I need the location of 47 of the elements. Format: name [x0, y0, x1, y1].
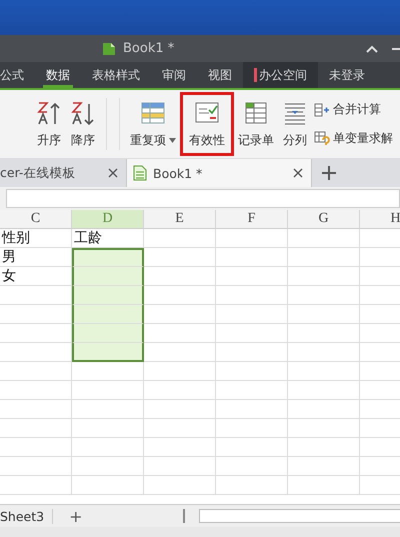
table-icon [140, 100, 166, 126]
table-cell[interactable] [72, 343, 144, 362]
close-icon[interactable] [108, 168, 118, 178]
collapse-icon[interactable] [366, 44, 378, 52]
question-table-icon [314, 130, 330, 146]
ribbon-button[interactable]: 重复项 [126, 92, 180, 156]
ribbon-button[interactable]: 分列 [278, 92, 312, 156]
add-tab-icon[interactable] [322, 166, 336, 180]
caret-icon [169, 138, 176, 143]
menu-tab[interactable]: 未登录 [318, 62, 376, 88]
ribbon-button[interactable]: 合并计算 [314, 101, 393, 118]
sort-ascending-icon [36, 100, 62, 126]
menu-tab[interactable]: 视图 [197, 62, 243, 88]
ribbon-button[interactable]: 升序 [32, 92, 66, 156]
table-cell[interactable] [72, 267, 144, 286]
table-cell[interactable] [72, 305, 144, 324]
ribbon-button[interactable]: 记录单 [234, 92, 278, 156]
checklist-icon [194, 100, 220, 126]
ribbon-button[interactable]: 有效性 [180, 92, 234, 156]
form-icon [243, 100, 269, 126]
column-header[interactable]: G [288, 210, 360, 229]
menu-tab[interactable]: 办公空间 [243, 62, 318, 88]
table-cell[interactable] [72, 248, 144, 267]
table-cell[interactable]: 性别 [0, 229, 72, 248]
spreadsheet-icon [101, 40, 117, 56]
horizontal-scrollbar[interactable] [182, 509, 400, 523]
formula-field[interactable] [6, 189, 400, 208]
close-icon[interactable] [293, 168, 303, 178]
add-sheet-button[interactable]: + [69, 506, 82, 526]
column-header[interactable]: H [360, 210, 400, 229]
merge-icon [314, 102, 330, 116]
document-icon [133, 165, 147, 181]
column-header[interactable]: E [144, 210, 216, 229]
menu-tab[interactable]: 数据 [35, 62, 81, 88]
menu-tab[interactable]: 表格样式 [81, 62, 151, 88]
minimize-icon[interactable] [392, 48, 400, 50]
sheet-tab[interactable]: Sheet3 [0, 508, 54, 524]
table-cell[interactable] [72, 286, 144, 305]
window-title: Book1 * [123, 41, 174, 56]
ribbon-button[interactable]: 单变量求解 [314, 130, 393, 147]
sort-descending-icon [70, 100, 96, 126]
table-cell[interactable] [72, 324, 144, 343]
column-header[interactable]: F [216, 210, 288, 229]
document-tab[interactable]: Book1 * [127, 159, 312, 187]
menu-tab[interactable]: 公式 [0, 62, 35, 88]
ribbon-button[interactable]: 降序 [66, 92, 100, 156]
menu-tab[interactable]: 审阅 [151, 62, 197, 88]
